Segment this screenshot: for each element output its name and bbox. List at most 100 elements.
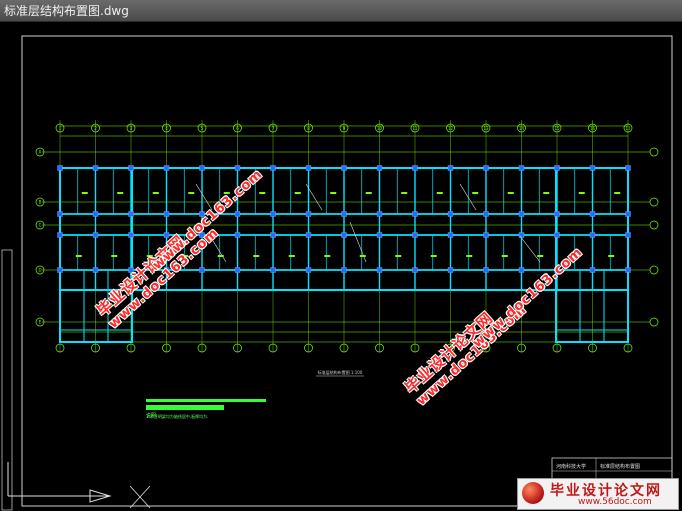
column [305,232,312,238]
column [341,211,347,217]
column [483,165,489,171]
annotation-tick [401,192,408,194]
axis-label-top: 1 [59,126,62,131]
annotation-tick [294,192,301,194]
logo-ball-icon [522,482,544,504]
column [270,165,276,171]
annotation-tick [466,255,473,257]
axis-label-top: 4 [165,126,168,131]
slab-mark [519,235,541,263]
column [376,232,383,238]
annotation-tick [501,255,508,257]
column [199,267,205,273]
window-title: 标准层结构布置图.dwg [4,4,129,18]
column [412,267,418,273]
plan-caption: 标准层结构布置图 1:100 [318,369,363,375]
column [305,165,312,171]
column [128,211,134,217]
column [92,232,99,238]
logo-url: www.56doc.com [578,497,652,507]
annotation-tick [111,255,118,257]
axis-label-top: 3 [130,126,133,131]
column [234,232,241,238]
axis-label-top: 7 [272,126,275,131]
annotation-tick [75,255,82,257]
annotation-tick [259,192,266,194]
annotation-tick [217,255,224,257]
column [483,211,489,217]
axis-label-top: 16 [590,126,596,131]
note-bar-1 [146,399,266,402]
drawing-frame [21,35,673,507]
column [625,267,631,273]
column [128,232,134,238]
column [554,232,560,238]
column [57,211,63,217]
column [305,267,312,273]
axis-bubble-right [649,197,659,207]
column [589,267,596,273]
column [412,211,418,217]
column [234,211,241,217]
column [270,211,276,217]
column [447,232,454,238]
annotation-tick [537,255,544,257]
column [305,211,312,217]
annotation-tick [330,192,337,194]
column [92,211,99,217]
column [554,165,560,171]
column [518,165,525,171]
column [341,267,347,273]
axis-bubble-right [649,317,659,327]
axis-label-top: 8 [307,126,310,131]
axis-label-left: B [39,200,42,205]
column [270,267,276,273]
annotation-tick [436,192,443,194]
column [447,211,454,217]
column [92,165,99,171]
column [92,267,99,273]
column [376,267,383,273]
annotation-tick [365,192,372,194]
axis-label-top: 17 [625,126,631,131]
annotation-tick [288,255,295,257]
axis-label-top: 13 [483,126,489,131]
annotation-tick [472,192,479,194]
column [234,267,241,273]
slab-mark [195,183,213,211]
annotation-tick [395,255,402,257]
axis-label-left: A [39,150,42,155]
left-border-mark [1,249,13,511]
annotation-tick [188,192,195,194]
axis-bubble-right [649,220,659,230]
annotation-tick [507,192,514,194]
column [57,232,63,238]
column [447,267,454,273]
title-block-school: 河南科技大学 [556,463,586,470]
column [625,165,631,171]
column [163,165,170,171]
axis-label-top: 11 [412,126,418,131]
axis-label-left: E [39,320,42,325]
axis-label-top: 9 [343,126,346,131]
annotation-tick [117,192,124,194]
window-titlebar: 标准层结构布置图.dwg [0,0,682,22]
axis-label-top: 15 [554,126,560,131]
title-block-name: 标准层结构布置图 [600,463,640,470]
axis-label-top: 5 [201,126,204,131]
annotation-tick [608,255,615,257]
annotation-tick [614,192,621,194]
column [483,267,489,273]
column [518,232,525,238]
cad-drawing-canvas[interactable]: 1 2 3 4 5 6 7 8 9 10 11 12 13 14 15 16 17 A B C D E 标准层结构布置图 1… [0,22,682,511]
axis-bubble-right [649,147,659,157]
axis-label-top: 14 [519,126,525,131]
axis-label-top: 2 [94,126,97,131]
annotation-tick [578,192,585,194]
column [518,211,525,217]
annotation-tick [543,192,550,194]
column [589,232,596,238]
column [341,232,347,238]
column [412,165,418,171]
column [199,165,205,171]
